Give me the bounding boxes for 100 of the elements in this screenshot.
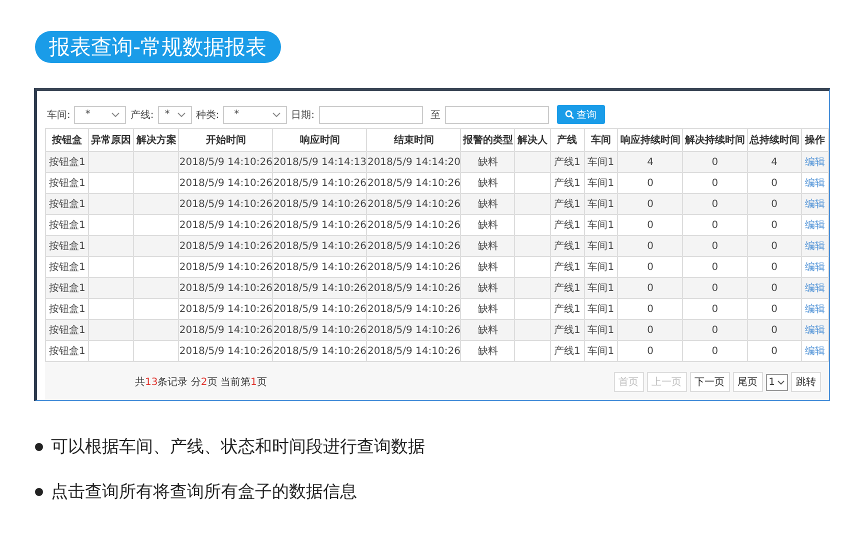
table-cell: 0 [682, 278, 748, 298]
column-header: 响应时间 [272, 128, 367, 152]
table-cell: 2018/5/9 14:10:26 [272, 278, 367, 298]
table-cell: 产线1 [550, 236, 584, 256]
column-header: 结束时间 [366, 128, 461, 152]
table-cell: 按钮盒1 [46, 172, 88, 194]
table-cell: 缺料 [460, 236, 515, 256]
table-cell: 缺料 [460, 214, 515, 236]
column-header: 解决持续时间 [682, 128, 748, 152]
record-count: 共13条记录 分2页 当前第1页 [135, 376, 267, 389]
table-cell: 2018/5/9 14:14:20 [366, 152, 461, 172]
table-cell: 缺料 [460, 278, 515, 298]
table-cell: 0 [618, 340, 683, 362]
page-dropdown[interactable]: 1 [766, 374, 788, 390]
table-cell: 2018/5/9 14:10:26 [178, 194, 273, 214]
table-cell: 车间1 [584, 340, 618, 362]
table-cell: 0 [747, 194, 802, 214]
table-cell: 按钮盒1 [46, 320, 88, 340]
table-cell: 按钮盒1 [46, 194, 88, 214]
table-cell: 0 [747, 256, 802, 278]
table-cell: 2018/5/9 14:10:26 [272, 298, 367, 320]
table-cell: 产线1 [550, 256, 584, 278]
filter-label: 种类: [196, 108, 220, 122]
table-cell: 车间1 [584, 194, 618, 214]
table-cell: 0 [682, 236, 748, 256]
table-cell: 车间1 [584, 236, 618, 256]
column-header: 操作 [801, 128, 828, 152]
column-header: 按钮盒 [46, 128, 88, 152]
table-cell: 2018/5/9 14:10:26 [272, 256, 367, 278]
table-cell: 2018/5/9 14:10:26 [178, 152, 273, 172]
table-cell: 产线1 [550, 278, 584, 298]
table-cell: 2018/5/9 14:10:26 [178, 236, 273, 256]
filter-dropdown[interactable]: * [158, 106, 192, 124]
table-cell: 缺料 [460, 152, 515, 172]
table-cell: 按钮盒1 [46, 298, 88, 320]
chevron-down-icon [272, 112, 282, 118]
table-cell: 产线1 [550, 298, 584, 320]
table-cell: 2018/5/9 14:10:26 [178, 214, 273, 236]
table-cell: 2018/5/9 14:10:26 [178, 340, 273, 362]
column-header: 总持续时间 [747, 128, 802, 152]
table-cell: 2018/5/9 14:10:26 [272, 320, 367, 340]
table-cell: 按钮盒1 [46, 278, 88, 298]
search-icon [564, 110, 574, 119]
table-cell: 2018/5/9 14:10:26 [366, 340, 461, 362]
table-cell: 产线1 [550, 172, 584, 194]
filter-dropdown[interactable]: * [223, 106, 288, 124]
bullet-icon [35, 442, 43, 450]
table-cell: 2018/5/9 14:10:26 [366, 278, 461, 298]
table-cell: 0 [682, 256, 748, 278]
table-cell: 0 [618, 256, 683, 278]
table-cell: 0 [682, 214, 748, 236]
table-cell: 0 [618, 214, 683, 236]
table-cell: 车间1 [584, 152, 618, 172]
table-cell: 按钮盒1 [46, 152, 88, 172]
date-field[interactable] [318, 106, 422, 124]
table-cell: 按钮盒1 [46, 256, 88, 278]
table-cell: 4 [618, 152, 683, 172]
bullet-text: 点击查询所有将查询所有盒子的数据信息 [51, 481, 357, 503]
table-cell: 2018/5/9 14:10:26 [366, 236, 461, 256]
table-cell: 2018/5/9 14:10:26 [178, 278, 273, 298]
column-header: 解决人 [514, 128, 550, 152]
table-cell: 0 [618, 172, 683, 194]
table-cell: 2018/5/9 14:10:26 [178, 320, 273, 340]
filter-label: 至 [430, 108, 440, 122]
table-cell: 按钮盒1 [46, 214, 88, 236]
column-header: 响应持续时间 [618, 128, 683, 152]
date-field[interactable] [444, 106, 548, 124]
table-cell: 0 [747, 172, 802, 194]
table-cell: 0 [747, 320, 802, 340]
bullet-text: 可以根据车间、产线、状态和时间段进行查询数据 [51, 436, 425, 458]
column-header: 车间 [584, 128, 618, 152]
table-cell: 2018/5/9 14:10:26 [272, 172, 367, 194]
column-header: 产线 [550, 128, 584, 152]
go-button[interactable]: 跳转 [791, 372, 821, 392]
table-cell: 2018/5/9 14:10:26 [366, 194, 461, 214]
table-cell: 0 [747, 278, 802, 298]
pager-button[interactable]: 尾页 [732, 372, 763, 392]
table-cell: 0 [747, 340, 802, 362]
column-header: 开始时间 [178, 128, 273, 152]
table-cell: 产线1 [550, 340, 584, 362]
table-cell: 车间1 [584, 278, 618, 298]
table-cell: 2018/5/9 14:10:26 [272, 340, 367, 362]
table-cell: 0 [747, 236, 802, 256]
search-button[interactable]: 查询 [556, 105, 604, 124]
table-cell: 按钮盒1 [46, 236, 88, 256]
table-cell: 产线1 [550, 194, 584, 214]
pager-button[interactable]: 下一页 [690, 372, 730, 392]
page-title: 报表查询-常规数据报表 [35, 31, 281, 63]
table-cell: 0 [682, 340, 748, 362]
table-cell: 2018/5/9 14:10:26 [366, 298, 461, 320]
table-cell: 2018/5/9 14:10:26 [178, 298, 273, 320]
table-cell: 0 [618, 278, 683, 298]
table-cell: 缺料 [460, 298, 515, 320]
table-cell: 车间1 [584, 298, 618, 320]
filter-dropdown[interactable]: * [74, 106, 126, 124]
table-cell: 0 [682, 298, 748, 320]
chevron-down-icon [176, 112, 186, 118]
filter-label: 车间: [47, 108, 70, 122]
table-cell: 2018/5/9 14:10:26 [366, 214, 461, 236]
table-cell: 0 [618, 320, 683, 340]
